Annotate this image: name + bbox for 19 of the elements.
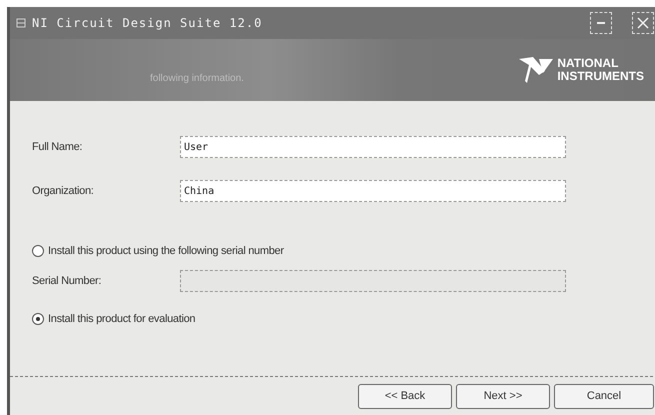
window-title: NI Circuit Design Suite 12.0 [32,16,264,30]
close-icon [637,17,649,29]
minimize-icon [597,22,605,24]
field-label: Organization: [32,185,95,197]
wizard-button[interactable]: Next >> [456,384,550,408]
field-label: Full Name: [32,141,84,153]
wizard-button[interactable]: << Back [358,384,452,408]
minimize-button[interactable] [590,12,612,34]
app-icon [16,18,26,28]
logo-icon [519,55,556,85]
field-label: Serial Number: [32,275,102,287]
text-field[interactable]: China [180,180,566,202]
radio-option[interactable]: Install this product using the following serial number [32,245,284,257]
text-field[interactable]: User [180,136,566,158]
radio-option[interactable]: Install this product for evaluation [32,313,196,325]
logo-text: NATIONAL [557,57,620,70]
wizard-button[interactable]: Cancel [554,384,654,408]
close-button[interactable] [632,12,654,34]
logo-text: INSTRUMENTS [557,70,644,83]
